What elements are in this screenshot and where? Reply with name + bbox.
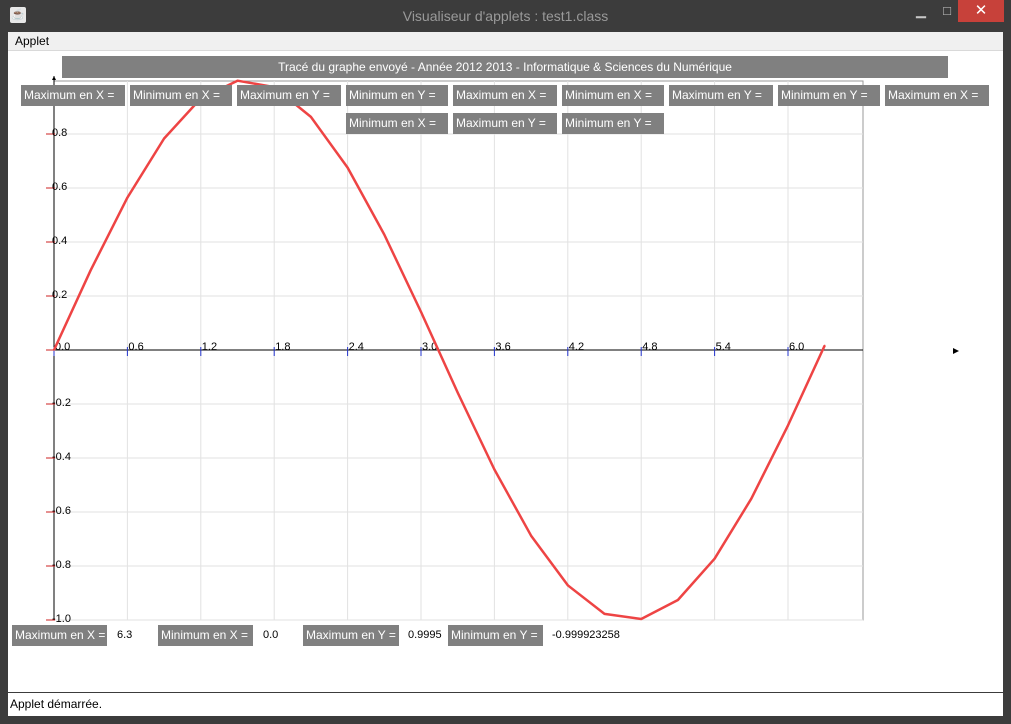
stat-max-y-label: Maximum en Y = <box>303 625 399 646</box>
data-point <box>603 613 606 615</box>
y-tick-label: -0.8 <box>52 559 71 571</box>
stat-min-y-label: Minimum en Y = <box>448 625 543 646</box>
x-tick-label: 0.6 <box>128 341 143 353</box>
data-point <box>640 618 642 620</box>
min-x-label: Minimum en X = <box>130 85 232 106</box>
y-tick-label: 0.2 <box>52 289 67 301</box>
data-point <box>823 344 826 347</box>
sine-chart: 0.0 0.6 1.2 1.8 2.4 3.0 3.6 4.2 4.8 5.4 6.00.80.60… <box>46 76 959 625</box>
x-tick-label: 1.2 <box>202 341 217 353</box>
data-point <box>310 116 312 118</box>
x-tick-label: 1.8 <box>275 341 290 353</box>
data-point <box>493 468 496 471</box>
x-tick-label: 6.0 <box>789 341 804 353</box>
x-tick-label: 4.8 <box>642 341 657 353</box>
y-tick-label: 0.6 <box>52 181 67 193</box>
y-tick-label: -0.2 <box>52 397 71 409</box>
data-point <box>89 269 92 272</box>
data-point <box>53 349 55 351</box>
stat-max-x-value: 6.3 <box>117 629 133 641</box>
y-tick-label: -1.0 <box>52 613 71 625</box>
data-point <box>456 391 459 394</box>
stat-max-x-label: Maximum en X = <box>12 625 107 646</box>
menu-bar: Applet <box>8 32 1003 51</box>
data-point <box>567 584 569 587</box>
min-y-label: Minimum en Y = <box>778 85 880 106</box>
data-point <box>383 233 386 236</box>
data-point <box>346 166 349 169</box>
data-point <box>236 79 239 82</box>
stat-min-x-value: 0.0 <box>263 629 279 641</box>
status-bar: Applet démarrée. <box>0 692 1011 724</box>
y-tick-label: -0.4 <box>52 451 71 463</box>
min-x-label: Minimum en X = <box>346 113 448 134</box>
x-tick-label: 3.6 <box>495 341 510 353</box>
min-x-label: Minimum en X = <box>562 85 664 106</box>
y-tick-label: 0.4 <box>52 235 67 247</box>
minimize-button[interactable]: ▁ <box>908 0 934 22</box>
data-point <box>750 497 753 500</box>
y-tick-label: 0.8 <box>52 127 67 139</box>
menu-applet[interactable]: Applet <box>15 34 49 48</box>
min-y-label: Minimum en Y = <box>562 113 664 134</box>
min-y-label: Minimum en Y = <box>346 85 448 106</box>
max-y-label: Maximum en Y = <box>237 85 341 106</box>
max-x-label: Maximum en X = <box>453 85 557 106</box>
max-y-label: Maximum en Y = <box>669 85 773 106</box>
window-title: Visualiseur d'applets : test1.class <box>402 8 609 24</box>
max-x-label: Maximum en X = <box>21 85 125 106</box>
close-button[interactable]: ✕ <box>958 0 1004 22</box>
y-axis-arrow <box>52 76 56 80</box>
x-tick-label: 2.4 <box>349 341 364 353</box>
status-text: Applet démarrée. <box>8 693 1003 716</box>
window-titlebar: ☕ Visualiseur d'applets : test1.class ▁ … <box>0 0 1011 32</box>
max-x-label: Maximum en X = <box>885 85 989 106</box>
x-tick-label: 5.4 <box>716 341 731 353</box>
maximize-button[interactable]: □ <box>934 0 960 22</box>
applet-content: Tracé du graphe envoyé - Année 2012 2013… <box>8 51 1003 692</box>
stat-max-y-value: 0.9995 <box>408 629 442 641</box>
stat-min-y-value: -0.999923258 <box>552 629 620 641</box>
max-y-label: Maximum en Y = <box>453 113 557 134</box>
data-point <box>677 599 679 601</box>
stat-min-x-label: Minimum en X = <box>158 625 253 646</box>
data-point <box>163 137 165 140</box>
x-tick-label: 4.2 <box>569 341 584 353</box>
data-point <box>713 557 716 560</box>
data-point <box>530 534 532 537</box>
y-tick-label: -0.6 <box>52 505 71 517</box>
data-point <box>420 311 422 313</box>
data-point <box>787 424 789 427</box>
data-point <box>126 196 129 199</box>
x-axis-arrow <box>953 348 959 354</box>
